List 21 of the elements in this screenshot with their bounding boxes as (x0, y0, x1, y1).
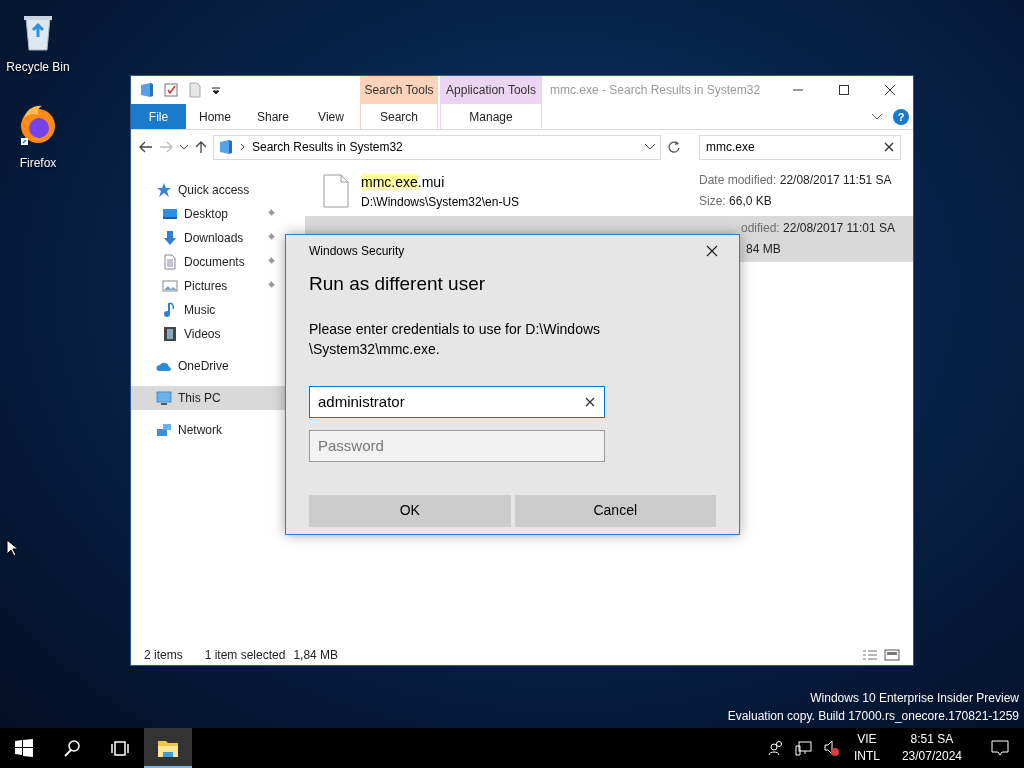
detail-label: Size: (699, 194, 726, 208)
dialog-title: Run as different user (309, 272, 487, 296)
search-text: mmc.exe (706, 139, 755, 156)
tab-group-header: Search Tools (360, 76, 438, 104)
detail-label: odified: (741, 221, 780, 235)
build-info-text: Evaluation copy. Build 17000.rs_onecore.170821-1259 (727, 708, 1019, 725)
dialog-caption: Windows Security (309, 242, 405, 260)
window-title: mmc.exe - Search Results in System32 (549, 82, 762, 99)
build-info-text: Windows 10 Enterprise Insider Preview (810, 690, 1019, 707)
detail-value: 66,0 KB (729, 194, 772, 208)
file-path: D:\Windows\System32\en-US (361, 194, 520, 211)
address-text: Search Results in System32 (252, 139, 404, 156)
status-text: 2 items (144, 646, 183, 664)
tab-group-header: Application Tools (440, 76, 542, 104)
dialog-message: Please enter credentials to use for D:\Windows \System32\mmc.exe. (309, 319, 602, 359)
detail-value: 84 MB (746, 242, 781, 256)
detail-value: 22/08/2017 11:01 SA (783, 221, 895, 235)
status-text: 1 item selected (204, 646, 286, 664)
detail-value: 22/08/2017 11:51 SA (779, 173, 892, 187)
detail-label: Date modified: (699, 173, 777, 187)
status-text: 1,84 MB (293, 646, 339, 664)
